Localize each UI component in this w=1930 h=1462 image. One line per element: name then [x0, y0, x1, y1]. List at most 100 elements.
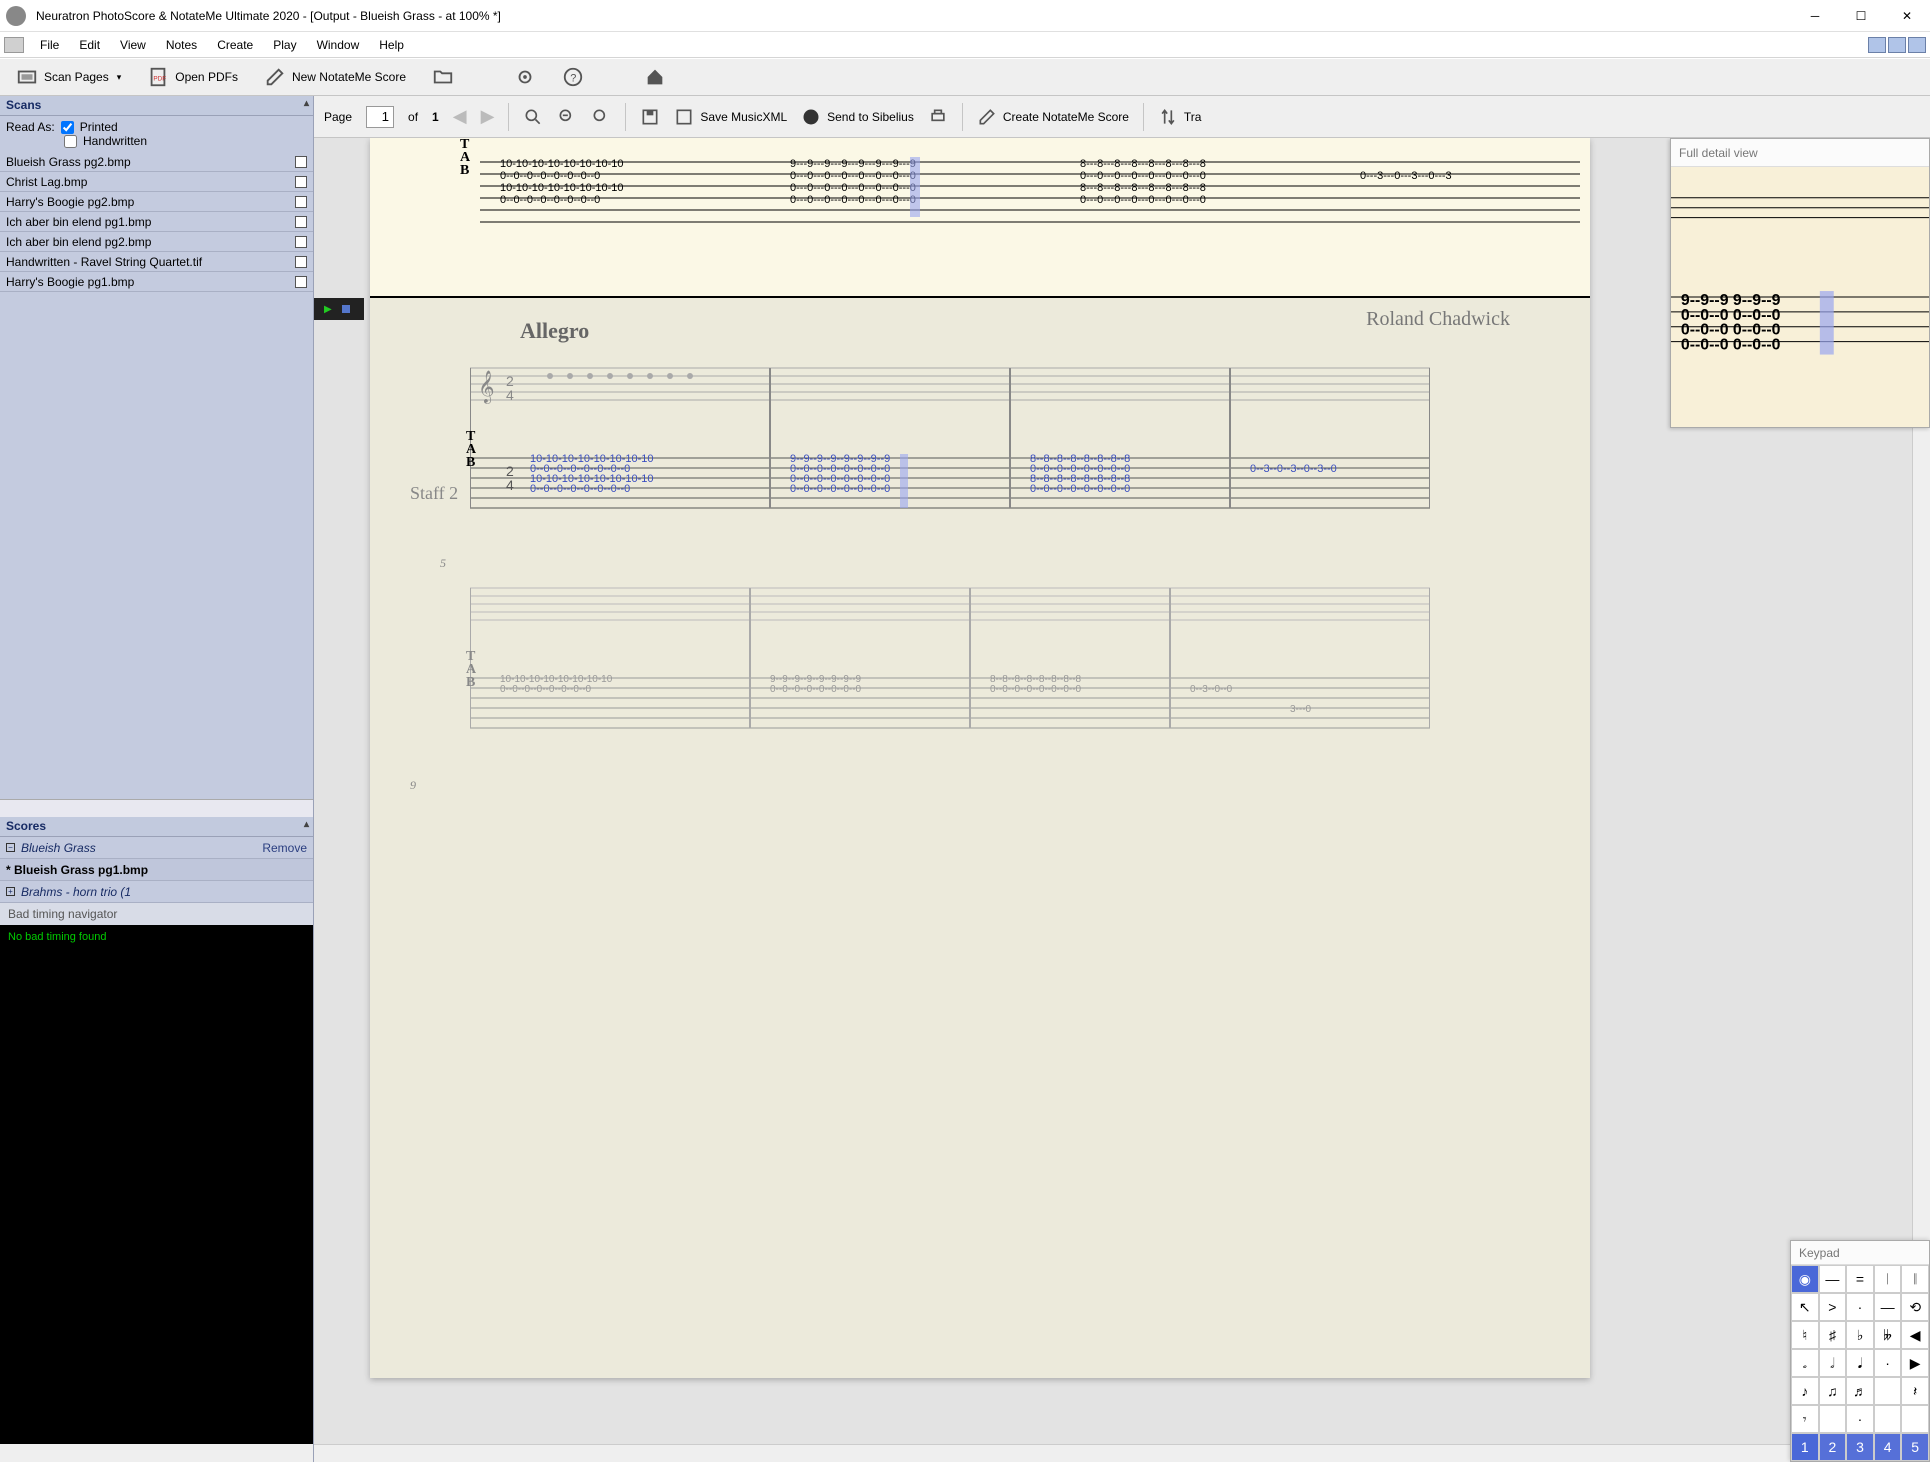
sysmenu-icon[interactable]	[4, 37, 24, 53]
keypad-cell[interactable]: 𝄀	[1874, 1265, 1902, 1293]
left-bottom-scroll[interactable]	[0, 1444, 313, 1462]
keypad-cell[interactable]: ◉	[1791, 1265, 1819, 1293]
scores-panel-header[interactable]: Scores ▴	[0, 817, 313, 837]
keypad-panel[interactable]: Keypad ◉ — = 𝄀 𝄁 ↖ > · — ⟲ ♮ ♯ ♭ 𝄫 ◀	[1790, 1240, 1930, 1462]
minimize-button[interactable]: ─	[1792, 0, 1838, 32]
keypad-header[interactable]: Keypad	[1791, 1241, 1929, 1265]
list-item[interactable]: Handwritten - Ravel String Quartet.tif	[0, 252, 313, 272]
full-detail-view-panel[interactable]: Full detail view 9--9--9 9--9--9 0--0--0…	[1670, 138, 1930, 428]
mdi-close-icon[interactable]	[1908, 37, 1926, 53]
list-item[interactable]: Harry's Boogie pg1.bmp	[0, 272, 313, 292]
new-notateme-button[interactable]: New NotateMe Score	[258, 63, 412, 91]
minus-icon[interactable]: −	[6, 843, 15, 852]
list-item[interactable]: Christ Lag.bmp	[0, 172, 313, 192]
home-button[interactable]	[638, 63, 672, 91]
zoom-out-icon[interactable]	[591, 107, 611, 127]
keypad-cell[interactable]: ·	[1874, 1349, 1902, 1377]
keypad-cell[interactable]: ♪	[1791, 1377, 1819, 1405]
page-input[interactable]	[366, 106, 394, 128]
menu-play[interactable]: Play	[263, 35, 306, 55]
next-page-button[interactable]: ▶	[481, 106, 495, 127]
keypad-cell[interactable]: ♯	[1819, 1321, 1847, 1349]
maximize-button[interactable]: ☐	[1838, 0, 1884, 32]
keypad-cell[interactable]	[1901, 1405, 1929, 1433]
scans-panel-header[interactable]: Scans ▴	[0, 96, 313, 116]
keypad-cell[interactable]: ♫	[1819, 1377, 1847, 1405]
keypad-cell[interactable]: ·	[1846, 1293, 1874, 1321]
menu-edit[interactable]: Edit	[69, 35, 110, 55]
keypad-cell[interactable]: 𝅗	[1791, 1349, 1819, 1377]
scans-scroll[interactable]	[0, 799, 313, 817]
keypad-cell[interactable]: —	[1819, 1265, 1847, 1293]
file-checkbox[interactable]	[295, 156, 307, 168]
menu-view[interactable]: View	[110, 35, 156, 55]
mdi-minimize-icon[interactable]	[1868, 37, 1886, 53]
music-system-2[interactable]: 5 10-10-10-10-10-10-10-10 0--0--0--0--0-…	[470, 568, 1430, 728]
keypad-cell[interactable]: ▶	[1901, 1349, 1929, 1377]
keypad-cell[interactable]: ·	[1846, 1405, 1874, 1433]
keypad-cell[interactable]: ⟲	[1901, 1293, 1929, 1321]
bad-timing-header[interactable]: Bad timing navigator	[0, 903, 313, 925]
menu-create[interactable]: Create	[207, 35, 263, 55]
menu-help[interactable]: Help	[369, 35, 414, 55]
full-detail-header[interactable]: Full detail view	[1671, 139, 1929, 167]
horizontal-scrollbar[interactable]	[314, 1444, 1930, 1462]
open-folder-button[interactable]	[426, 63, 460, 91]
list-item[interactable]: Blueish Grass pg2.bmp	[0, 152, 313, 172]
plus-icon[interactable]: +	[6, 887, 15, 896]
file-checkbox[interactable]	[295, 176, 307, 188]
menu-window[interactable]: Window	[307, 35, 370, 55]
remove-link[interactable]: Remove	[262, 841, 307, 855]
keypad-tab[interactable]: 2	[1819, 1433, 1847, 1461]
keypad-cell[interactable]: 𝄽	[1901, 1377, 1929, 1405]
zoom-fit-icon[interactable]	[557, 107, 577, 127]
keypad-cell[interactable]: ♬	[1846, 1377, 1874, 1405]
send-sibelius-button[interactable]: Send to Sibelius	[801, 107, 914, 127]
score-item[interactable]: − Blueish Grass Remove	[0, 837, 313, 859]
open-pdfs-button[interactable]: PDF Open PDFs	[141, 63, 244, 91]
print-icon[interactable]	[928, 107, 948, 127]
keypad-cell[interactable]: —	[1874, 1293, 1902, 1321]
save-icon[interactable]	[640, 107, 660, 127]
help-button[interactable]: ?	[556, 63, 590, 91]
keypad-cell[interactable]	[1819, 1405, 1847, 1433]
keypad-cell[interactable]: 𝅗𝅥	[1819, 1349, 1847, 1377]
printed-checkbox[interactable]	[61, 121, 74, 134]
keypad-tab[interactable]: 3	[1846, 1433, 1874, 1461]
collapse-icon[interactable]: ▴	[304, 819, 309, 830]
keypad-cell[interactable]	[1874, 1377, 1902, 1405]
play-button[interactable]: ▶	[324, 304, 332, 315]
menu-file[interactable]: File	[30, 35, 69, 55]
menu-notes[interactable]: Notes	[156, 35, 207, 55]
score-item-selected[interactable]: * Blueish Grass pg1.bmp	[0, 859, 313, 881]
file-checkbox[interactable]	[295, 196, 307, 208]
keypad-cell[interactable]: ↖	[1791, 1293, 1819, 1321]
keypad-cell[interactable]: ♭	[1846, 1321, 1874, 1349]
stop-button[interactable]	[342, 305, 350, 313]
keypad-cell[interactable]	[1874, 1405, 1902, 1433]
keypad-cell[interactable]: 𝄁	[1901, 1265, 1929, 1293]
keypad-tab[interactable]: 1	[1791, 1433, 1819, 1461]
score-item[interactable]: + Brahms - horn trio (1	[0, 881, 313, 903]
keypad-cell[interactable]: 𝄾	[1791, 1405, 1819, 1433]
save-musicxml-button[interactable]: Save MusicXML	[674, 107, 787, 127]
list-item[interactable]: Ich aber bin elend pg2.bmp	[0, 232, 313, 252]
transpose-button[interactable]: Tra	[1158, 107, 1202, 127]
zoom-in-icon[interactable]	[523, 107, 543, 127]
keypad-tab[interactable]: 5	[1901, 1433, 1929, 1461]
file-checkbox[interactable]	[295, 256, 307, 268]
list-item[interactable]: Ich aber bin elend pg1.bmp	[0, 212, 313, 232]
settings-button[interactable]	[508, 63, 542, 91]
keypad-cell[interactable]: 𝅘𝅥	[1846, 1349, 1874, 1377]
handwritten-checkbox[interactable]	[64, 135, 77, 148]
list-item[interactable]: Harry's Boogie pg2.bmp	[0, 192, 313, 212]
create-notateme-button[interactable]: Create NotateMe Score	[977, 107, 1129, 127]
file-checkbox[interactable]	[295, 276, 307, 288]
keypad-cell[interactable]: =	[1846, 1265, 1874, 1293]
collapse-icon[interactable]: ▴	[304, 98, 309, 109]
output-page[interactable]: Blueish Grass for Steel-string guitar Ro…	[370, 138, 1590, 1378]
music-system-1[interactable]: 𝄞 24 24 10-10-10-10-10-10-10-10 0--0--0-…	[470, 348, 1430, 508]
file-checkbox[interactable]	[295, 216, 307, 228]
mdi-restore-icon[interactable]	[1888, 37, 1906, 53]
close-button[interactable]: ✕	[1884, 0, 1930, 32]
